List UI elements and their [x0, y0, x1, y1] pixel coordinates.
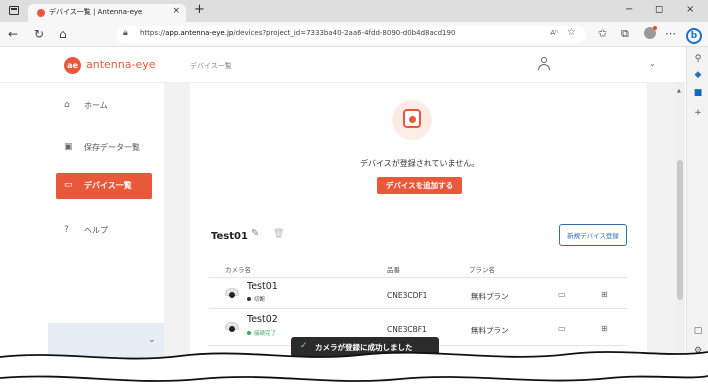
sidebar-item-label: 保存データ一覧: [84, 143, 140, 152]
camera-name[interactable]: Test01: [247, 281, 278, 292]
logo-mark[interactable]: ae: [64, 57, 81, 74]
help-icon: ?: [64, 225, 69, 235]
restore-button[interactable]: ◻: [655, 4, 663, 15]
home-icon: ⌂: [64, 100, 70, 110]
favorites-bar-icon[interactable]: ✩: [598, 27, 607, 40]
logo-text[interactable]: antenna-eye: [86, 58, 156, 71]
scroll-up-icon[interactable]: ▲: [677, 88, 681, 94]
read-aloud-icon[interactable]: Aʰ: [550, 29, 558, 37]
tab-actions-icon[interactable]: [9, 6, 19, 15]
favorite-star-icon[interactable]: ☆: [567, 27, 576, 38]
browser-tab-bar: デバイス一覧 | Antenna-eye × + − ◻ ×: [0, 0, 708, 22]
edge-sidebar: ⚲ ◆ ■ + ▢ ⚙: [686, 47, 708, 392]
column-header-plan: プラン名: [469, 266, 495, 274]
plan-name: 無料プラン: [471, 292, 509, 301]
split-screen-icon[interactable]: ▢: [692, 325, 704, 337]
grid-icon[interactable]: ⊞: [601, 324, 608, 333]
project-title: Test01: [211, 231, 248, 242]
empty-camera-illustration: [392, 100, 432, 140]
home-browser-icon[interactable]: ⌂: [59, 27, 67, 41]
edit-icon[interactable]: ✎: [251, 228, 259, 239]
browser-tab-active[interactable]: デバイス一覧 | Antenna-eye ×: [28, 4, 186, 22]
camera-icon: ▭: [64, 180, 73, 190]
app-header: ae antenna-eye デバイス一覧 ⌄: [0, 47, 686, 83]
sidebar-item-home[interactable]: ⌂ ホーム: [56, 96, 156, 116]
status-dot: [247, 297, 251, 301]
column-header-camera-name: カメラ名: [225, 266, 251, 274]
sidebar-item-label: デバイス一覧: [84, 181, 132, 190]
camera-thumbnail-icon: [225, 322, 239, 334]
profile-avatar[interactable]: [644, 26, 657, 39]
sidebar-item-devices[interactable]: ▭ デバイス一覧: [56, 173, 152, 199]
page-breadcrumb: デバイス一覧: [190, 62, 232, 70]
empty-state-message: デバイスが登録されていません。: [360, 159, 480, 168]
more-menu-icon[interactable]: ⋯: [665, 27, 676, 40]
shopping-icon[interactable]: ◆: [692, 69, 704, 81]
new-tab-button[interactable]: +: [194, 2, 205, 17]
close-window-button[interactable]: ×: [686, 4, 694, 15]
search-icon[interactable]: ⚲: [692, 53, 704, 65]
sidebar-item-saved-data[interactable]: ▣ 保存データ一覧: [56, 138, 156, 158]
plan-name: 無料プラン: [471, 326, 509, 335]
back-icon[interactable]: ←: [8, 27, 18, 41]
table-divider: [209, 308, 627, 309]
camera-name[interactable]: Test02: [247, 314, 278, 325]
bing-copilot-icon[interactable]: b: [686, 28, 702, 44]
add-sidebar-app-icon[interactable]: +: [692, 107, 704, 119]
torn-edge-decoration: [0, 351, 708, 392]
table-divider: [209, 277, 627, 278]
camera-view-icon[interactable]: ▭: [558, 324, 566, 333]
address-bar[interactable]: 🔒︎ https://app.antenna-eye.jp/devices?pr…: [116, 26, 586, 43]
scrollbar-thumb[interactable]: [677, 160, 683, 300]
camera-icon: [403, 109, 421, 128]
model-number: CNE3CBF1: [387, 325, 427, 334]
camera-thumbnail-icon: [225, 288, 239, 300]
browser-nav-bar: ← ↻ ⌂ 🔒︎ https://app.antenna-eye.jp/devi…: [0, 22, 708, 47]
minimize-button[interactable]: −: [625, 4, 633, 15]
collections-icon[interactable]: ⧉: [621, 27, 629, 41]
model-number: CNE3CDF1: [387, 291, 428, 300]
refresh-icon[interactable]: ↻: [34, 27, 44, 41]
image-icon: ▣: [64, 142, 73, 152]
sidebar-item-help[interactable]: ? ヘルプ: [56, 221, 156, 241]
lock-icon[interactable]: 🔒︎: [123, 28, 128, 38]
status-badge: 切断: [247, 295, 265, 303]
column-header-model: 品番: [387, 266, 400, 274]
outlook-icon[interactable]: ■: [692, 87, 704, 99]
trash-icon[interactable]: 🗑︎: [273, 229, 284, 239]
status-dot: [247, 331, 251, 335]
site-favicon-icon: [37, 9, 45, 17]
tab-close-icon[interactable]: ×: [172, 6, 180, 16]
user-menu-chevron-icon[interactable]: ⌄: [649, 59, 656, 68]
tab-title: デバイス一覧 | Antenna-eye: [49, 8, 143, 16]
url-text[interactable]: https://app.antenna-eye.jp/devices?proje…: [140, 29, 455, 37]
new-device-register-button[interactable]: 新規デバイス登録: [559, 224, 627, 246]
sidebar-item-label: ホーム: [84, 101, 108, 110]
camera-view-icon[interactable]: ▭: [558, 290, 566, 299]
grid-icon[interactable]: ⊞: [601, 290, 608, 299]
sidebar-item-label: ヘルプ: [84, 226, 108, 235]
status-badge: 接続完了: [247, 329, 276, 337]
add-device-button[interactable]: デバイスを追加する: [377, 177, 462, 194]
user-icon[interactable]: [537, 57, 551, 71]
